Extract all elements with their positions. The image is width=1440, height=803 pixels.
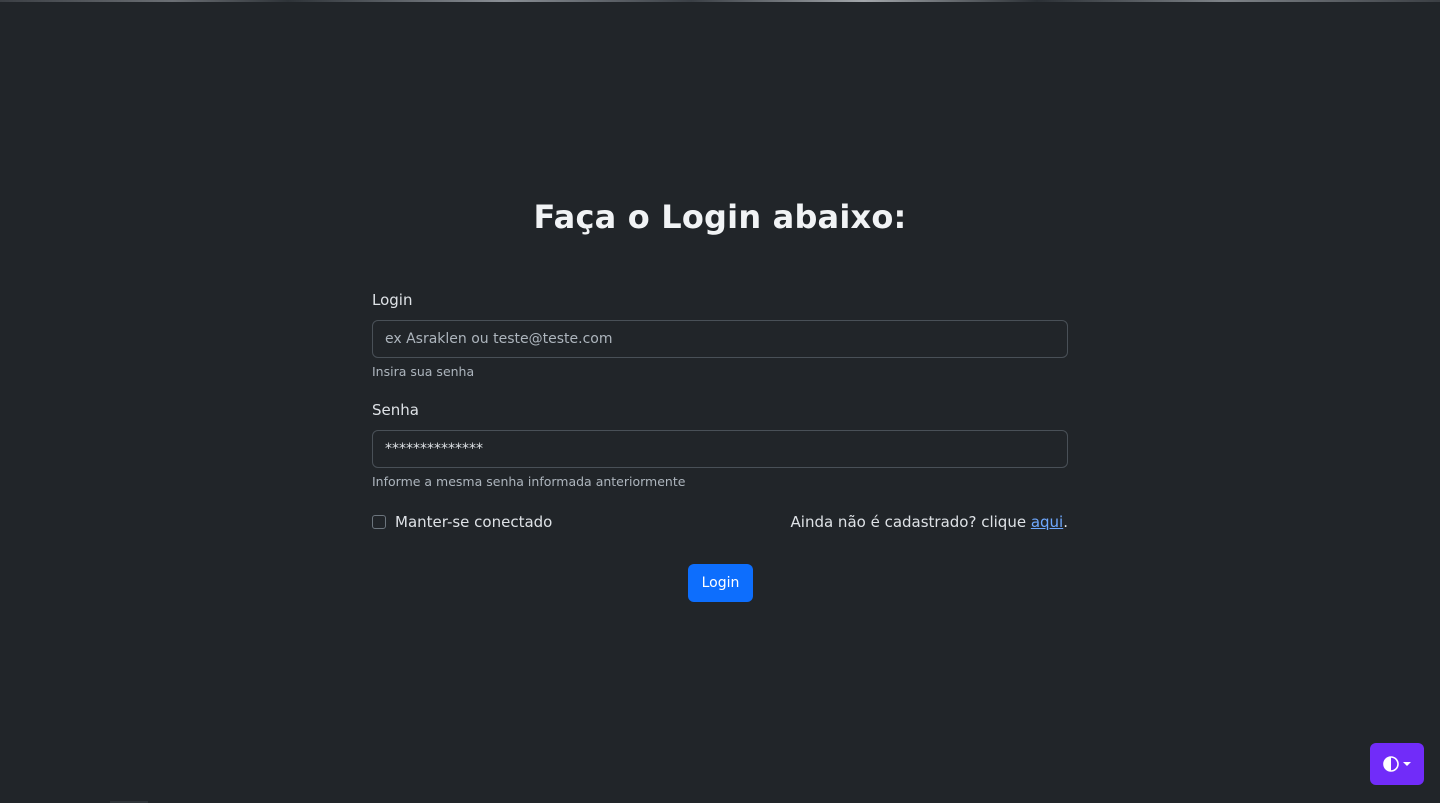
register-end: . (1063, 513, 1068, 531)
circle-half-icon (1383, 756, 1399, 772)
password-help-text: Informe a mesma senha informada anterior… (372, 474, 686, 489)
password-label: Senha (372, 401, 419, 419)
remember-me-label[interactable]: Manter-se conectado (395, 513, 552, 531)
remember-me: Manter-se conectado (372, 510, 552, 534)
page-title: Faça o Login abaixo: (533, 198, 907, 236)
login-button[interactable]: Login (688, 564, 753, 602)
login-input[interactable] (372, 320, 1068, 358)
password-field-group: Senha Informe a mesma senha informada an… (372, 398, 1068, 508)
options-row: Manter-se conectado Ainda não é cadastra… (372, 510, 1068, 534)
chevron-down-icon (1403, 762, 1411, 766)
register-prompt: Ainda não é cadastrado? clique aqui. (791, 510, 1068, 534)
login-help-text: Insira sua senha (372, 364, 475, 379)
login-label: Login (372, 291, 413, 309)
password-input[interactable] (372, 430, 1068, 468)
login-form: Login Insira sua senha Senha Informe a m… (372, 288, 1068, 534)
top-border-strip (0, 0, 1440, 2)
register-link[interactable]: aqui (1031, 513, 1063, 531)
login-page: Faça o Login abaixo: Login Insira sua se… (0, 0, 1440, 803)
register-text: Ainda não é cadastrado? clique (790, 513, 1031, 531)
remember-me-checkbox[interactable] (372, 515, 386, 529)
theme-toggle-button[interactable] (1370, 743, 1424, 785)
login-field-group: Login Insira sua senha (372, 288, 1068, 398)
